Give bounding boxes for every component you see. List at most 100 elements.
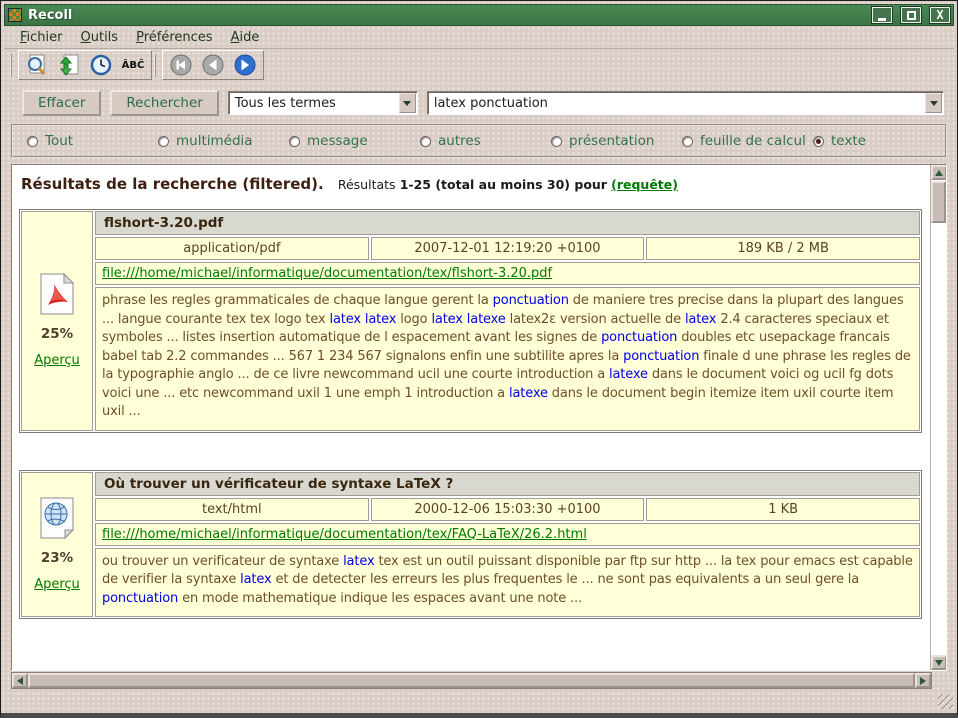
update-index-icon: [57, 53, 81, 77]
chevron-down-icon: [930, 101, 938, 106]
result-2-details: Où trouver un vérificateur de syntaxe La…: [95, 472, 920, 618]
menu-aide[interactable]: Aide: [223, 28, 268, 47]
toolbar: ÂBĈ: [4, 49, 954, 81]
arrow-down-icon: [935, 660, 943, 666]
results-range: 1-25 (total au moins 30) pour: [400, 177, 607, 192]
toolbar-handle[interactable]: [10, 54, 14, 76]
result-mime-type: text/html: [95, 498, 369, 521]
results-title: Résultats de la recherche (filtered).: [21, 175, 324, 193]
menu-bar: Fichier Outils Préférences Aide: [4, 26, 954, 49]
close-button[interactable]: X: [930, 7, 950, 23]
result-item-2: 23% Aperçu Où trouver un vérificateur de…: [19, 470, 922, 620]
scroll-up-button[interactable]: [931, 165, 947, 180]
app-logo-icon: [8, 8, 22, 22]
clock-icon: [90, 54, 112, 76]
relevance-badge: 23%: [41, 550, 73, 566]
menu-fichier[interactable]: Fichier: [12, 28, 71, 47]
vertical-scrollbar[interactable]: [930, 165, 946, 670]
search-mode-dropdown-button[interactable]: [399, 93, 416, 113]
result-mime-type: application/pdf: [95, 237, 369, 260]
search-button[interactable]: Rechercher: [110, 90, 218, 116]
maximize-button[interactable]: [901, 7, 921, 23]
clear-button[interactable]: Effacer: [22, 90, 101, 116]
menu-outils[interactable]: Outils: [73, 28, 127, 47]
search-bar: Effacer Rechercher Tous les termes: [4, 81, 954, 124]
scroll-down-button[interactable]: [931, 655, 947, 670]
query-link[interactable]: (requête): [611, 177, 678, 192]
recoll-window: Recoll X Fichier Outils Préférences Aide: [0, 0, 958, 718]
result-1-side-panel: 25% Aperçu: [21, 211, 93, 431]
radio-message[interactable]: [289, 136, 300, 147]
result-1-details: flshort-3.20.pdf application/pdf 2007-12…: [95, 211, 920, 431]
chevron-down-icon: [403, 101, 411, 106]
toolbar-handle-2[interactable]: [154, 54, 158, 76]
radio-tout[interactable]: [27, 136, 38, 147]
filter-multimedia[interactable]: multimédia: [158, 133, 289, 149]
search-mode-select[interactable]: Tous les termes: [228, 91, 418, 115]
result-item-1: 25% Aperçu flshort-3.20.pdf application/…: [19, 209, 922, 433]
arrow-left-icon: [17, 677, 23, 685]
minimize-button[interactable]: [872, 7, 892, 23]
result-meta-row: text/html 2000-12-06 15:03:30 +0100 1 KB: [95, 498, 920, 521]
result-url-link[interactable]: file:///home/michael/informatique/docume…: [102, 527, 587, 542]
close-icon: X: [936, 9, 943, 21]
search-mode-value: Tous les termes: [229, 96, 398, 111]
history-button[interactable]: [88, 53, 114, 77]
result-size: 189 KB / 2 MB: [646, 237, 920, 260]
search-document-button[interactable]: [24, 53, 50, 77]
toolbar-group-tools: ÂBĈ: [18, 50, 152, 80]
results-list: Résultats de la recherche (filtered). Ré…: [12, 165, 930, 670]
html-file-icon[interactable]: [39, 497, 75, 539]
next-arrow-icon: [234, 54, 256, 76]
results-area: Résultats de la recherche (filtered). Ré…: [11, 164, 947, 671]
filter-texte[interactable]: texte: [813, 133, 931, 149]
radio-autres[interactable]: [420, 136, 431, 147]
toolbar-group-nav: [162, 50, 264, 80]
query-history-dropdown-button[interactable]: [925, 93, 942, 113]
result-title: Où trouver un vérificateur de syntaxe La…: [95, 472, 920, 496]
radio-texte[interactable]: [813, 136, 824, 147]
resize-grip[interactable]: [938, 694, 953, 709]
radio-multimedia[interactable]: [158, 136, 169, 147]
preview-link[interactable]: Aperçu: [34, 577, 80, 592]
filter-feuille-de-calcul[interactable]: feuille de calcul: [682, 133, 813, 149]
previous-page-button[interactable]: [200, 53, 226, 77]
radio-feuille-de-calcul[interactable]: [682, 136, 693, 147]
scroll-left-button[interactable]: [12, 673, 28, 688]
result-2-side-panel: 23% Aperçu: [21, 472, 93, 618]
pdf-file-icon[interactable]: [39, 273, 75, 315]
arrow-right-icon: [920, 677, 926, 685]
horizontal-scrollbar[interactable]: [11, 672, 932, 689]
back-arrow-icon: [170, 54, 192, 76]
filter-message[interactable]: message: [289, 133, 420, 149]
result-snippet: phrase les regles grammaticales de chaqu…: [95, 287, 920, 431]
preview-link[interactable]: Aperçu: [34, 353, 80, 368]
term-explorer-button[interactable]: ÂBĈ: [120, 53, 146, 77]
vertical-scrollbar-thumb[interactable]: [931, 181, 946, 223]
next-page-button[interactable]: [232, 53, 258, 77]
update-index-button[interactable]: [56, 53, 82, 77]
result-snippet: ou trouver un verificateur de syntaxe la…: [95, 548, 920, 618]
result-url-link[interactable]: file:///home/michael/informatique/docume…: [102, 266, 552, 281]
result-date: 2000-12-06 15:03:30 +0100: [371, 498, 645, 521]
search-input[interactable]: [428, 96, 924, 111]
result-meta-row: application/pdf 2007-12-01 12:19:20 +010…: [95, 237, 920, 260]
radio-presentation[interactable]: [551, 136, 562, 147]
horizontal-scrollbar-thumb[interactable]: [28, 673, 915, 688]
result-title: flshort-3.20.pdf: [95, 211, 920, 235]
results-header: Résultats de la recherche (filtered). Ré…: [21, 175, 930, 193]
result-date: 2007-12-01 12:19:20 +0100: [371, 237, 645, 260]
filter-presentation[interactable]: présentation: [551, 133, 682, 149]
previous-arrow-icon: [202, 54, 224, 76]
category-filter-frame: Tout multimédia message autres présentat…: [11, 124, 947, 158]
vertical-scrollbar-track[interactable]: [931, 223, 946, 655]
results-label: Résultats: [338, 177, 396, 192]
first-page-button[interactable]: [168, 53, 194, 77]
status-bar: [4, 689, 954, 710]
menu-preferences[interactable]: Préférences: [128, 28, 220, 47]
filter-tout[interactable]: Tout: [27, 133, 158, 149]
title-bar: Recoll X: [4, 4, 954, 26]
result-url-row: file:///home/michael/informatique/docume…: [95, 262, 920, 285]
scroll-right-button[interactable]: [915, 673, 931, 688]
filter-autres[interactable]: autres: [420, 133, 551, 149]
